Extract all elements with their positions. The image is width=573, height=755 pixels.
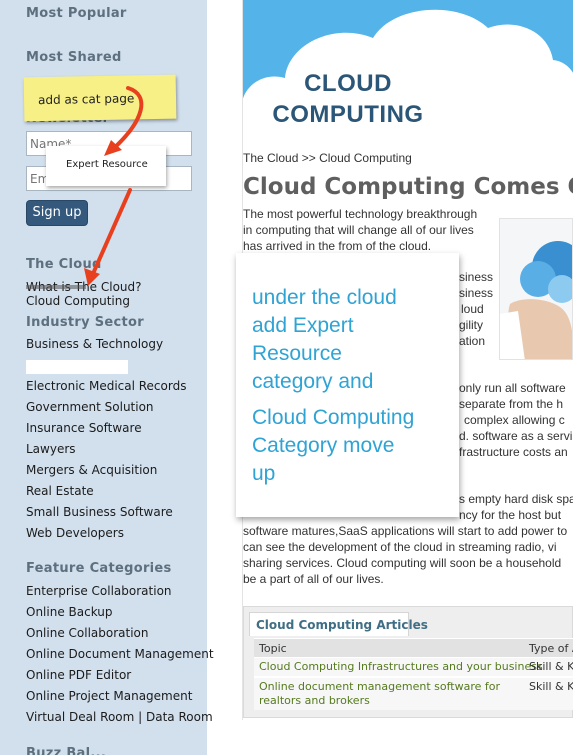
article-type: Skill & Kn <box>529 680 573 693</box>
sidebar-item-government-solution[interactable]: Government Solution <box>26 400 154 414</box>
article-partial-line: siness <box>459 270 494 284</box>
cloud-banner: CLOUD COMPUTING <box>243 0 573 135</box>
breadcrumb-current[interactable]: Cloud Computing <box>319 151 412 165</box>
sidebar-item-electronic-medical-records[interactable]: Electronic Medical Records <box>26 379 186 393</box>
intro-line-2: in computing that will change all of our… <box>243 223 474 237</box>
article-partial-line: gility <box>459 318 484 332</box>
note-line: add Expert <box>252 314 354 337</box>
article-partial-line: d. software as a servi <box>459 429 573 443</box>
feature-categories-heading: Feature Categories <box>26 561 172 576</box>
sidebar-item-online-collaboration[interactable]: Online Collaboration <box>26 626 149 640</box>
sidebar-item-web-developers[interactable]: Web Developers <box>26 526 124 540</box>
sidebar-item-business-technology[interactable]: Business & Technology <box>26 337 163 351</box>
sidebar-item-insurance-software[interactable]: Insurance Software <box>26 421 142 435</box>
page-title: Cloud Computing Comes Of <box>243 174 573 200</box>
expert-resource-note: Expert Resource <box>46 146 166 186</box>
article-partial-line: loud <box>461 302 484 316</box>
body-line-3: sharing services. Cloud computing will s… <box>243 556 562 570</box>
sidebar-item-real-estate[interactable]: Real Estate <box>26 484 94 498</box>
note-line: Category move <box>252 434 395 457</box>
sidebar-item-virtual-deal-room[interactable]: Virtual Deal Room | Data Room <box>26 710 213 724</box>
column-header-type: Type of A <box>529 642 573 655</box>
intro-line-1: The most powerful technology breakthroug… <box>243 207 478 221</box>
tab-cloud-computing-articles[interactable]: Cloud Computing Articles <box>249 612 428 636</box>
industry-sector-heading: Industry Sector <box>26 315 144 330</box>
banner-title-line2: COMPUTING <box>272 101 424 128</box>
buzz-heading: Buzz Bal... <box>26 746 107 755</box>
article-partial-line: frastructure costs an <box>459 445 568 459</box>
breadcrumb-separator: >> <box>301 151 316 165</box>
article-partial-line: separate from the h <box>459 397 564 411</box>
note-line: up <box>252 462 276 485</box>
sidebar-item-online-document-management[interactable]: Online Document Management <box>26 647 214 661</box>
sticky-note-text: add as cat page <box>37 91 135 108</box>
table-row: Online document management software for … <box>254 678 573 710</box>
sidebar-item-lawyers[interactable]: Lawyers <box>26 442 76 456</box>
table-header: Topic Type of A <box>254 639 573 657</box>
articles-table: Topic Type of A Cloud Computing Infrastr… <box>254 638 573 710</box>
article-type: Skill & Kn <box>529 660 573 673</box>
article-link[interactable]: Online document management software for … <box>259 680 524 708</box>
article-link[interactable]: Cloud Computing Infrastructures and your… <box>259 660 543 674</box>
banner-title-line1: CLOUD <box>304 70 392 97</box>
column-header-topic: Topic <box>259 642 287 655</box>
note-line: under the cloud <box>252 286 397 309</box>
sidebar-item-small-business-software[interactable]: Small Business Software <box>26 505 173 519</box>
article-partial-line: only run all software <box>459 381 566 395</box>
cloud-hand-image <box>499 218 573 360</box>
sidebar-item-online-pdf-editor[interactable]: Online PDF Editor <box>26 668 131 682</box>
most-popular-heading[interactable]: Most Popular <box>26 6 127 21</box>
cloud-hand-icon <box>500 241 572 359</box>
the-cloud-heading: The Cloud <box>26 257 102 272</box>
sidebar-item-cloud-computing[interactable]: Cloud Computing <box>26 294 130 308</box>
sidebar-item-what-is-the-cloud[interactable]: What is The Cloud? <box>26 280 142 294</box>
article-partial-line: s empty hard disk spa <box>459 492 573 506</box>
body-line-1: software matures,SaaS applications will … <box>243 524 568 538</box>
intro-line-3: has arrived in the from of the cloud. <box>243 239 432 253</box>
article-partial-line: ation <box>459 334 486 348</box>
note-line: Cloud Computing <box>252 406 415 429</box>
article-partial-line: complex allowing c <box>464 413 565 427</box>
placeholder-bar <box>26 360 128 374</box>
signup-button[interactable]: Sign up <box>26 200 88 226</box>
article-partial-line: siness <box>459 286 494 300</box>
sidebar-item-mergers-acquisition[interactable]: Mergers & Acquisition <box>26 463 157 477</box>
note-line: category and <box>252 370 374 393</box>
breadcrumb: The Cloud >> Cloud Computing <box>243 151 412 165</box>
sidebar-item-online-project-management[interactable]: Online Project Management <box>26 689 192 703</box>
annotation-note: under the cloud add Expert Resource cate… <box>236 253 459 517</box>
breadcrumb-root[interactable]: The Cloud <box>243 151 298 165</box>
sticky-note: add as cat page <box>23 74 177 122</box>
note-line: Resource <box>252 342 342 365</box>
expert-resource-text: Expert Resource <box>66 159 148 170</box>
body-line-2: can see the development of the cloud in … <box>243 540 557 554</box>
body-line-4: be a part of all of our lives. <box>243 572 384 586</box>
article-partial-line: ncy for the host but <box>459 508 562 522</box>
sidebar-item-enterprise-collaboration[interactable]: Enterprise Collaboration <box>26 584 172 598</box>
table-row: Cloud Computing Infrastructures and your… <box>254 658 573 676</box>
sidebar-item-online-backup[interactable]: Online Backup <box>26 605 113 619</box>
most-shared-heading[interactable]: Most Shared <box>26 50 122 65</box>
